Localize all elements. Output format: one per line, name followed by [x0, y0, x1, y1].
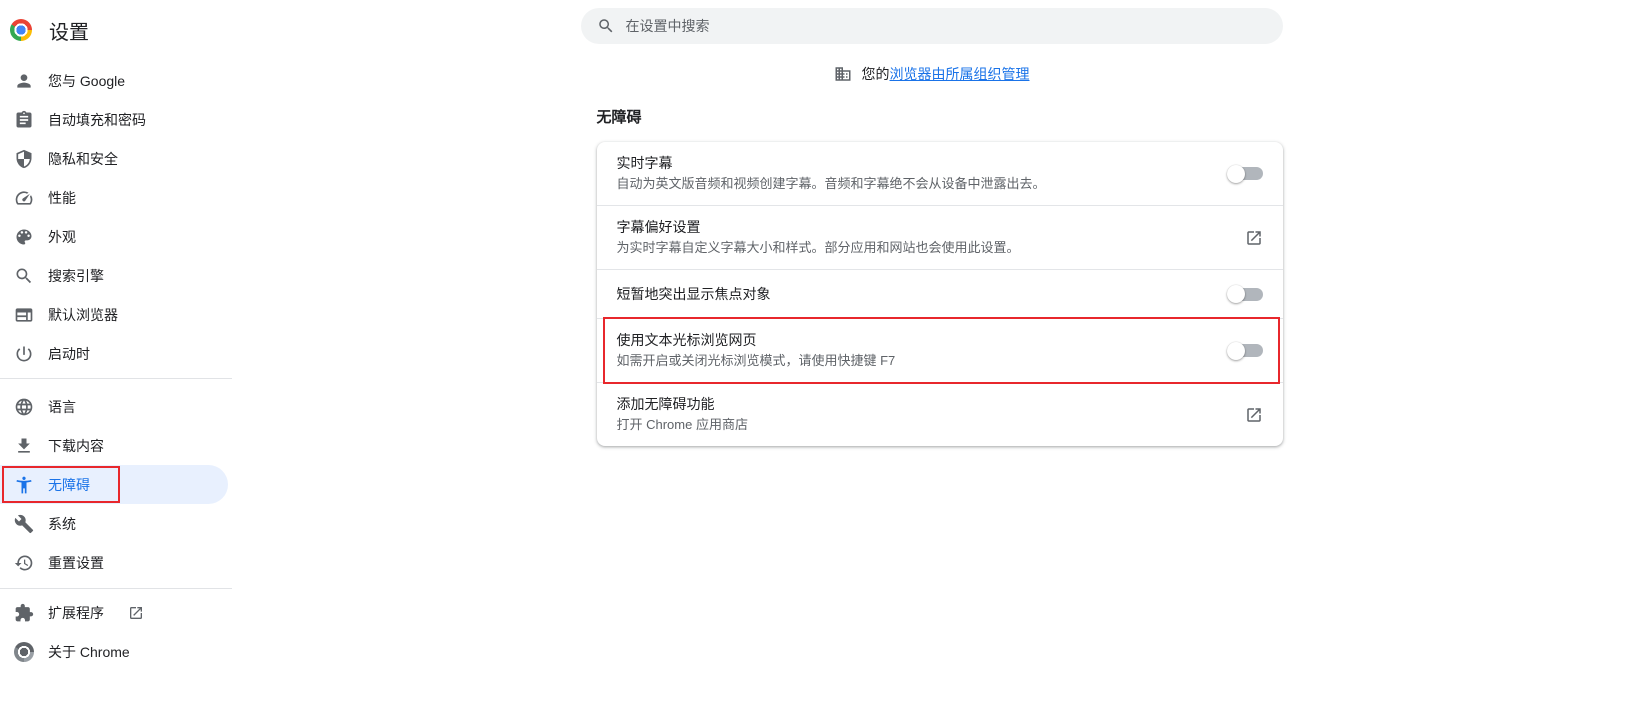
row-title: 实时字幕 [617, 153, 1207, 173]
sidebar-item-label: 系统 [48, 514, 76, 534]
toggle-thumb [1227, 342, 1245, 360]
globe-icon [14, 397, 34, 417]
settings-main: 您的浏览器由所属组织管理 无障碍 实时字幕 自动为英文版音频和视频创建字幕。音频… [232, 0, 1631, 707]
shield-icon [14, 149, 34, 169]
sidebar-item-accessibility[interactable]: 无障碍 [0, 465, 228, 504]
focus-highlight-toggle[interactable] [1227, 285, 1263, 303]
managed-by-organization-link[interactable]: 浏览器由所属组织管理 [890, 66, 1030, 82]
sidebar-item-you-and-google[interactable]: 您与 Google [0, 61, 228, 100]
sidebar-item-default-browser[interactable]: 默认浏览器 [0, 295, 228, 334]
managed-notice-text: 您的浏览器由所属组织管理 [862, 64, 1030, 84]
sidebar-nav: 您与 Google 自动填充和密码 隐私和安全 性能 外观 搜索引擎 默认浏览器 [0, 61, 232, 671]
autofill-icon [14, 110, 34, 130]
open-in-new-icon [128, 605, 144, 621]
sidebar-item-extensions[interactable]: 扩展程序 [0, 593, 228, 632]
sidebar-item-label: 自动填充和密码 [48, 110, 146, 130]
toggle-thumb [1227, 165, 1245, 183]
managed-notice: 您的浏览器由所属组织管理 [581, 64, 1283, 84]
setting-row-caret-browsing[interactable]: 使用文本光标浏览网页 如需开启或关闭光标浏览模式，请使用快捷键 F7 [597, 318, 1283, 382]
setting-row-add-accessibility-features[interactable]: 添加无障碍功能 打开 Chrome 应用商店 [597, 382, 1283, 446]
search-icon [597, 17, 615, 35]
search-icon [14, 266, 34, 286]
sidebar-item-system[interactable]: 系统 [0, 504, 228, 543]
row-subtitle: 为实时字幕自定义字幕大小和样式。部分应用和网站也会使用此设置。 [617, 238, 1225, 258]
download-icon [14, 436, 34, 456]
sidebar-item-appearance[interactable]: 外观 [0, 217, 228, 256]
row-title: 添加无障碍功能 [617, 394, 1225, 414]
sidebar-item-search-engine[interactable]: 搜索引擎 [0, 256, 228, 295]
sidebar-item-languages[interactable]: 语言 [0, 387, 228, 426]
puzzle-icon [14, 603, 34, 623]
search-input[interactable] [626, 18, 1267, 34]
sidebar-item-label: 外观 [48, 227, 76, 247]
setting-row-caption-preferences[interactable]: 字幕偏好设置 为实时字幕自定义字幕大小和样式。部分应用和网站也会使用此设置。 [597, 205, 1283, 269]
row-title: 使用文本光标浏览网页 [617, 330, 1207, 350]
organization-building-icon [834, 65, 852, 83]
setting-row-focus-highlight[interactable]: 短暂地突出显示焦点对象 [597, 269, 1283, 318]
row-title: 短暂地突出显示焦点对象 [617, 284, 1207, 304]
sidebar-item-label: 语言 [48, 397, 76, 417]
row-text: 添加无障碍功能 打开 Chrome 应用商店 [617, 394, 1225, 435]
live-caption-toggle[interactable] [1227, 165, 1263, 183]
sidebar-item-label: 隐私和安全 [48, 149, 118, 169]
sidebar-item-label: 默认浏览器 [48, 305, 118, 325]
sidebar-item-downloads[interactable]: 下载内容 [0, 426, 228, 465]
open-in-new-icon[interactable] [1245, 406, 1263, 424]
managed-notice-prefix: 您的 [862, 66, 890, 82]
sidebar-item-label: 下载内容 [48, 436, 104, 456]
row-text: 字幕偏好设置 为实时字幕自定义字幕大小和样式。部分应用和网站也会使用此设置。 [617, 217, 1225, 258]
sidebar-header: 设置 [0, 0, 232, 44]
sidebar-item-performance[interactable]: 性能 [0, 178, 228, 217]
chrome-gray-icon [14, 642, 34, 662]
toggle-thumb [1227, 285, 1245, 303]
sidebar-divider [0, 378, 232, 379]
sidebar-item-label: 无障碍 [48, 475, 90, 495]
sidebar-item-label: 搜索引擎 [48, 266, 104, 286]
sidebar-divider [0, 588, 232, 589]
row-title: 字幕偏好设置 [617, 217, 1225, 237]
row-text: 实时字幕 自动为英文版音频和视频创建字幕。音频和字幕绝不会从设备中泄露出去。 [617, 153, 1207, 194]
speedometer-icon [14, 188, 34, 208]
caret-browsing-toggle[interactable] [1227, 342, 1263, 360]
section-heading: 无障碍 [597, 106, 1283, 127]
power-icon [14, 344, 34, 364]
accessibility-icon [14, 475, 34, 495]
sidebar-item-label: 重置设置 [48, 553, 104, 573]
sidebar-item-privacy-security[interactable]: 隐私和安全 [0, 139, 228, 178]
setting-row-live-caption[interactable]: 实时字幕 自动为英文版音频和视频创建字幕。音频和字幕绝不会从设备中泄露出去。 [597, 142, 1283, 205]
sidebar-item-label: 扩展程序 [48, 603, 104, 623]
sidebar-item-label: 关于 Chrome [48, 642, 130, 662]
browser-window-icon [14, 305, 34, 325]
settings-sidebar: 设置 您与 Google 自动填充和密码 隐私和安全 性能 外观 搜索引擎 [0, 0, 232, 707]
row-subtitle: 自动为英文版音频和视频创建字幕。音频和字幕绝不会从设备中泄露出去。 [617, 174, 1207, 194]
open-in-new-icon[interactable] [1245, 229, 1263, 247]
page-title: 设置 [49, 16, 89, 45]
row-text: 短暂地突出显示焦点对象 [617, 284, 1207, 304]
chrome-logo-icon [10, 19, 32, 41]
row-subtitle: 如需开启或关闭光标浏览模式，请使用快捷键 F7 [617, 351, 1207, 371]
sidebar-item-label: 您与 Google [48, 71, 125, 91]
palette-icon [14, 227, 34, 247]
sidebar-item-autofill[interactable]: 自动填充和密码 [0, 100, 228, 139]
reset-icon [14, 553, 34, 573]
row-subtitle: 打开 Chrome 应用商店 [617, 415, 1225, 435]
sidebar-item-reset-settings[interactable]: 重置设置 [0, 543, 228, 582]
settings-search[interactable] [581, 8, 1283, 44]
person-icon [14, 71, 34, 91]
sidebar-item-on-startup[interactable]: 启动时 [0, 334, 228, 373]
sidebar-item-label: 性能 [48, 188, 76, 208]
wrench-icon [14, 514, 34, 534]
sidebar-item-label: 启动时 [48, 344, 90, 364]
row-text: 使用文本光标浏览网页 如需开启或关闭光标浏览模式，请使用快捷键 F7 [617, 330, 1207, 371]
accessibility-settings-card: 实时字幕 自动为英文版音频和视频创建字幕。音频和字幕绝不会从设备中泄露出去。 字… [597, 142, 1283, 446]
sidebar-item-about-chrome[interactable]: 关于 Chrome [0, 632, 228, 671]
search-row [581, 8, 1283, 44]
